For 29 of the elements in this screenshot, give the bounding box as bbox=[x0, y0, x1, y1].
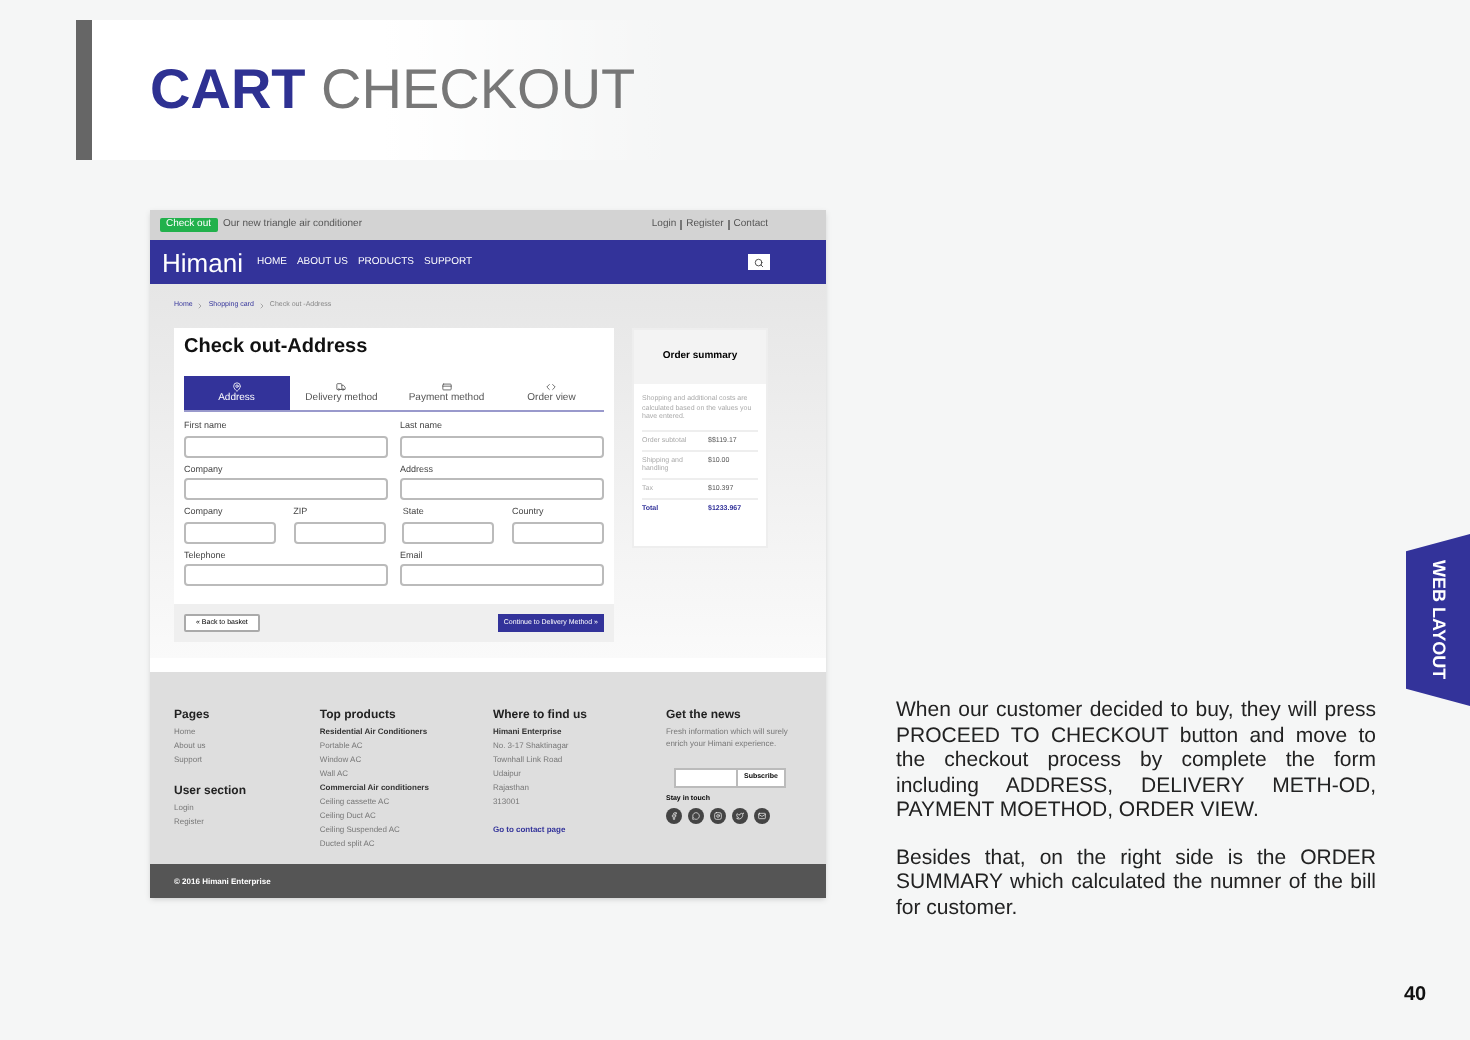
social-icon[interactable] bbox=[709, 807, 726, 823]
search-button[interactable] bbox=[748, 254, 770, 270]
input-field[interactable] bbox=[511, 521, 604, 543]
input-field[interactable] bbox=[400, 478, 604, 500]
search-icon bbox=[754, 257, 764, 267]
input-field[interactable] bbox=[400, 435, 604, 457]
input-field[interactable] bbox=[400, 564, 604, 586]
logo[interactable]: Himani bbox=[162, 249, 243, 275]
code-icon bbox=[546, 382, 557, 392]
input-field[interactable] bbox=[184, 435, 388, 457]
input-field[interactable] bbox=[293, 521, 386, 543]
email-field[interactable] bbox=[673, 768, 738, 788]
checkout-title: Check out-Address bbox=[184, 338, 370, 358]
pin-icon bbox=[231, 382, 242, 392]
input-field[interactable] bbox=[184, 478, 388, 500]
input-field[interactable] bbox=[184, 564, 388, 586]
input-field[interactable] bbox=[184, 521, 276, 543]
social-icon[interactable] bbox=[665, 807, 682, 823]
social-icon[interactable] bbox=[687, 807, 704, 823]
page-number: 40 bbox=[1404, 982, 1427, 1010]
section-label: WEB LAYOUT bbox=[1429, 560, 1447, 680]
body-paragraph: When our customer decided to buy, they will press PROCEED TO CHECKOUT button and move to the checkout process by complete the form including ADDRESS, DELIVERY METH-OD, PAYMENT MOETHOD, ORDER VIEW. bbox=[896, 698, 1376, 823]
social-icon[interactable] bbox=[753, 807, 770, 823]
truck-icon bbox=[336, 382, 347, 392]
input-field[interactable] bbox=[402, 521, 495, 543]
card-icon bbox=[441, 382, 452, 392]
body-paragraph: Besides that, on the right side is the ORDER SUMMARY which calculated the numner of the bill for customer. bbox=[896, 845, 1376, 920]
page-title: CART CHECKOUT bbox=[150, 62, 636, 118]
social-icon[interactable] bbox=[731, 807, 748, 823]
